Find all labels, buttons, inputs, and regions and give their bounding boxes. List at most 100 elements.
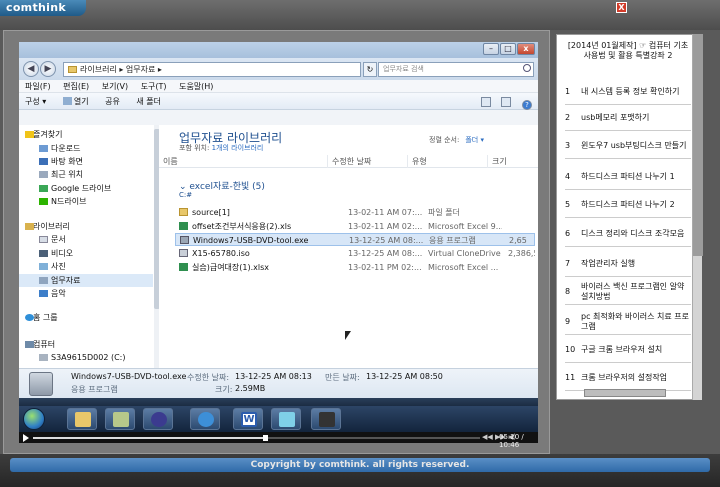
arrange-label: 정렬 순서:: [429, 136, 460, 144]
chapter-number: 4: [565, 171, 571, 181]
chapter-title: 작업관리자 실행: [581, 258, 636, 268]
preview-pane-icon[interactable]: [501, 97, 512, 107]
includes-link[interactable]: 1개의 라이브러리: [212, 144, 264, 152]
taskbar-explorer[interactable]: [67, 408, 97, 430]
nav-desktop[interactable]: 바탕 화면: [19, 155, 153, 168]
nav-work-files[interactable]: 업무자료: [19, 274, 153, 287]
file-row[interactable]: source[1] 13-02-11 AM 07:... 파일 폴더: [175, 206, 535, 219]
column-date[interactable]: 수정한 날짜: [327, 155, 407, 168]
nav-drive-c[interactable]: S3A9615D002 (C:): [19, 351, 153, 364]
help-icon[interactable]: ?: [522, 100, 532, 110]
file-name: source[1]: [192, 208, 230, 217]
videos-icon: [39, 250, 48, 257]
refresh-icon[interactable]: ↻: [363, 62, 377, 77]
file-row-selected[interactable]: Windows7-USB-DVD-tool.exe 13-12-25 AM 08…: [175, 233, 535, 246]
chapter-title: pc 최적화와 바이러스 치료 프로그램: [581, 311, 689, 331]
nav-recent[interactable]: 최근 위치: [19, 168, 153, 181]
navigation-pane: 즐겨찾기 다운로드 바탕 화면 최근 위치 Google 드라이브 N드라이브 …: [19, 125, 160, 368]
nav-documents[interactable]: 문서: [19, 233, 153, 246]
chapter-item[interactable]: 11 크롬 브라우저의 설정작업: [565, 365, 691, 391]
taskbar-internet-explorer[interactable]: [190, 408, 220, 430]
file-row[interactable]: offset조건부서식응용(2).xls 13-02-11 AM 02:... …: [175, 220, 535, 233]
nav-ndrive[interactable]: N드라이브: [19, 195, 153, 208]
maximize-button[interactable]: □: [500, 43, 516, 55]
excel-icon: [179, 263, 188, 271]
windows-start-icon[interactable]: [23, 408, 45, 430]
address-path: 라이브러리 ▸ 업무자료 ▸: [80, 65, 162, 74]
chapter-item[interactable]: 10 구글 크롬 브라우저 설치: [565, 337, 691, 363]
windows-taskbar-edge: [19, 398, 538, 406]
seek-track[interactable]: [33, 435, 480, 441]
chapter-scroll-thumb[interactable]: [693, 34, 703, 256]
taskbar-word[interactable]: W: [233, 408, 263, 430]
library-includes: 포함 위치: 1개의 라이브러리: [179, 143, 263, 153]
seek-handle[interactable]: [263, 435, 269, 441]
chapter-title: 크롬 브라우저의 설정작업: [581, 372, 668, 382]
file-row[interactable]: X15-65780.iso 13-12-25 AM 08:... Virtual…: [175, 247, 535, 260]
close-icon[interactable]: X: [616, 2, 627, 13]
chapter-item[interactable]: 8 바이러스 백신 프로그램인 알약 설치방법: [565, 279, 691, 305]
menu-file[interactable]: 파일(F): [25, 82, 51, 91]
file-row[interactable]: 실습)급여대장(1).xlsx 13-02-11 PM 02:... Micro…: [175, 261, 535, 274]
chapter-item[interactable]: 5 하드디스크 파티션 나누기 2: [565, 192, 691, 218]
window-close-button[interactable]: x: [517, 43, 535, 55]
internet-explorer-icon: [198, 412, 214, 427]
chapter-number: 8: [565, 286, 571, 296]
nav-music[interactable]: 음악: [19, 287, 153, 300]
file-date: 13-02-11 AM 02:...: [348, 222, 423, 231]
chapter-item[interactable]: 4 하드디스크 파티션 나누기 1: [565, 164, 691, 190]
folder-icon: [75, 412, 91, 427]
chapter-item[interactable]: 3 윈도우7 usb부팅디스크 만들기: [565, 133, 691, 159]
menu-help[interactable]: 도움말(H): [179, 82, 213, 91]
change-view-icon[interactable]: [480, 97, 491, 107]
nav-label: 바탕 화면: [51, 157, 83, 166]
group-title: excel자료-한빛 (5): [189, 182, 265, 192]
chapter-hscroll-thumb[interactable]: [584, 389, 666, 397]
chapter-title: 구글 크롬 브라우저 설치: [581, 344, 663, 354]
column-name[interactable]: 이름: [159, 155, 327, 168]
open-button[interactable]: 열기: [62, 97, 89, 106]
nav-videos[interactable]: 비디오: [19, 247, 153, 260]
new-folder-button[interactable]: 새 폴더: [136, 97, 161, 106]
taskbar-app[interactable]: [105, 408, 135, 430]
menu-edit[interactable]: 편집(E): [63, 82, 89, 91]
chapter-item[interactable]: 6 디스크 정리와 디스크 조각모음: [565, 221, 691, 247]
folder-icon: [179, 208, 188, 216]
minimize-button[interactable]: –: [483, 43, 499, 55]
details-modified-value: 13-12-25 AM 08:13: [235, 372, 312, 381]
chapter-item[interactable]: 9 pc 최적화와 바이러스 치료 프로그램: [565, 309, 691, 335]
file-date: 13-12-25 AM 08:...: [349, 236, 424, 245]
nav-label: 음악: [51, 289, 66, 298]
nav-homegroup[interactable]: 홈 그룹: [19, 311, 153, 324]
chapter-title: usb메모리 포맷하기: [581, 112, 650, 122]
taskbar-app-2[interactable]: [271, 408, 301, 430]
nav-google-drive[interactable]: Google 드라이브: [19, 182, 153, 195]
taskbar-eclipse[interactable]: [143, 408, 173, 430]
play-icon[interactable]: [23, 434, 29, 442]
nav-libraries[interactable]: 라이브러리: [19, 220, 153, 233]
chapter-item[interactable]: 7 작업관리자 실행: [565, 251, 691, 277]
nav-computer[interactable]: 컴퓨터: [19, 338, 153, 351]
chapter-number: 1: [565, 86, 571, 96]
arrange-dropdown[interactable]: 폴더 ▾: [465, 136, 484, 144]
back-arrow-icon[interactable]: ◀: [23, 61, 39, 77]
forward-arrow-icon[interactable]: ▶: [40, 61, 56, 77]
chapter-item[interactable]: 2 usb메모리 포맷하기: [565, 105, 691, 131]
nav-downloads[interactable]: 다운로드: [19, 142, 153, 155]
video-screen[interactable]: – □ x ◀ ▶ 라이브러리 ▸ 업무자료 ▸ ↻ 업무자료 검색 파일(F)…: [19, 42, 538, 406]
address-bar[interactable]: 라이브러리 ▸ 업무자료 ▸: [63, 62, 361, 77]
file-type: 파일 폴더: [428, 208, 460, 217]
chapter-scrollbar[interactable]: [692, 34, 703, 400]
taskbar-camera[interactable]: [311, 408, 341, 430]
search-input[interactable]: 업무자료 검색: [378, 62, 534, 77]
share-button[interactable]: 공유: [105, 97, 120, 106]
column-size[interactable]: 크기: [487, 155, 538, 168]
menu-tools[interactable]: 도구(T): [141, 82, 167, 91]
chapter-item[interactable]: 1 내 시스템 등록 정보 확인하기: [565, 79, 691, 105]
nav-pictures[interactable]: 사진: [19, 260, 153, 273]
column-type[interactable]: 유형: [407, 155, 487, 168]
excel-icon: [179, 222, 188, 230]
nav-favorites[interactable]: 즐겨찾기: [19, 128, 153, 141]
menu-view[interactable]: 보기(V): [102, 82, 128, 91]
organize-button[interactable]: 구성 ▾: [25, 97, 46, 106]
